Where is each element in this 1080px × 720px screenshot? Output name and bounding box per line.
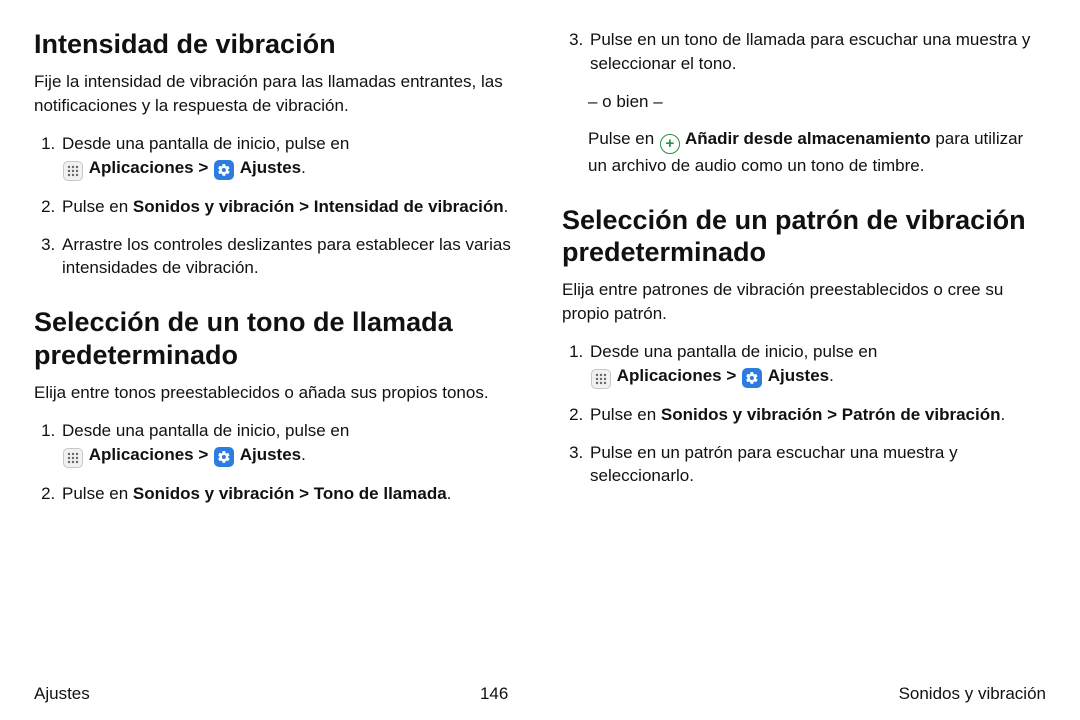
step-1: Desde una pantalla de inicio, pulse en A… <box>60 419 518 468</box>
right-column: Pulse en un tono de llamada para escucha… <box>562 28 1046 668</box>
content-columns: Intensidad de vibración Fije la intensid… <box>34 28 1046 668</box>
intro-vibration-intensity: Fije la intensidad de vibración para las… <box>34 70 518 118</box>
steps-vibration-pattern: Desde una pantalla de inicio, pulse en A… <box>562 340 1046 488</box>
footer-right: Sonidos y vibración <box>899 684 1046 704</box>
step-text: Desde una pantalla de inicio, pulse en <box>62 134 349 153</box>
heading-vibration-pattern: Selección de un patrón de vibración pred… <box>562 204 1046 269</box>
gear-icon <box>214 160 234 180</box>
step-bold: Sonidos y vibración > Tono de llamada <box>133 484 447 503</box>
period: . <box>829 366 834 385</box>
apps-label: Aplicaciones <box>617 366 722 385</box>
settings-label: Ajustes <box>768 366 829 385</box>
step-text: Pulse en <box>62 484 133 503</box>
page-footer: Ajustes 146 Sonidos y vibración <box>34 684 1046 704</box>
steps-ringtone-part1: Desde una pantalla de inicio, pulse en A… <box>34 419 518 506</box>
heading-ringtone: Selección de un tono de llamada predeter… <box>34 306 518 371</box>
gear-icon <box>214 447 234 467</box>
gear-icon <box>742 368 762 388</box>
step-3: Pulse en un patrón para escuchar una mue… <box>588 441 1046 489</box>
chevron: > <box>194 445 213 464</box>
step-1: Desde una pantalla de inicio, pulse en A… <box>60 132 518 181</box>
page: Intensidad de vibración Fije la intensid… <box>0 0 1080 720</box>
step-text: Pulse en <box>588 129 659 148</box>
step-text: Pulse en <box>62 197 133 216</box>
apps-icon <box>591 369 611 389</box>
footer-left: Ajustes <box>34 684 90 704</box>
chevron: > <box>194 158 213 177</box>
period: . <box>301 445 306 464</box>
period: . <box>447 484 452 503</box>
apps-label: Aplicaciones <box>89 445 194 464</box>
apps-icon <box>63 448 83 468</box>
steps-vibration-intensity: Desde una pantalla de inicio, pulse en A… <box>34 132 518 280</box>
step-text: Desde una pantalla de inicio, pulse en <box>62 421 349 440</box>
period: . <box>301 158 306 177</box>
step-text: Pulse en un tono de llamada para escucha… <box>590 30 1030 73</box>
apps-label: Aplicaciones <box>89 158 194 177</box>
period: . <box>1001 405 1006 424</box>
footer-page-number: 146 <box>480 684 508 704</box>
step-2: Pulse en Sonidos y vibración > Intensida… <box>60 195 518 219</box>
period: . <box>504 197 509 216</box>
step-2: Pulse en Sonidos y vibración > Patrón de… <box>588 403 1046 427</box>
step-text: Pulse en <box>590 405 661 424</box>
step-1: Desde una pantalla de inicio, pulse en A… <box>588 340 1046 389</box>
left-column: Intensidad de vibración Fije la intensid… <box>34 28 518 668</box>
or-divider: – o bien – <box>588 90 1046 114</box>
step-bold: Sonidos y vibración > Intensidad de vibr… <box>133 197 504 216</box>
step-bold: Sonidos y vibración > Patrón de vibració… <box>661 405 1001 424</box>
steps-ringtone-part2: Pulse en un tono de llamada para escucha… <box>562 28 1046 76</box>
apps-icon <box>63 161 83 181</box>
intro-vibration-pattern: Elija entre patrones de vibración preest… <box>562 278 1046 326</box>
step-3: Pulse en un tono de llamada para escucha… <box>588 28 1046 76</box>
step-3b: Pulse en + Añadir desde almacenamiento p… <box>588 127 1046 177</box>
add-icon: + <box>660 134 680 154</box>
step-3: Arrastre los controles deslizantes para … <box>60 233 518 281</box>
chevron: > <box>722 366 741 385</box>
step-text: Desde una pantalla de inicio, pulse en <box>590 342 877 361</box>
add-label: Añadir desde almacenamiento <box>681 129 931 148</box>
intro-ringtone: Elija entre tonos preestablecidos o añad… <box>34 381 518 405</box>
settings-label: Ajustes <box>240 158 301 177</box>
settings-label: Ajustes <box>240 445 301 464</box>
step-2: Pulse en Sonidos y vibración > Tono de l… <box>60 482 518 506</box>
heading-vibration-intensity: Intensidad de vibración <box>34 28 518 60</box>
